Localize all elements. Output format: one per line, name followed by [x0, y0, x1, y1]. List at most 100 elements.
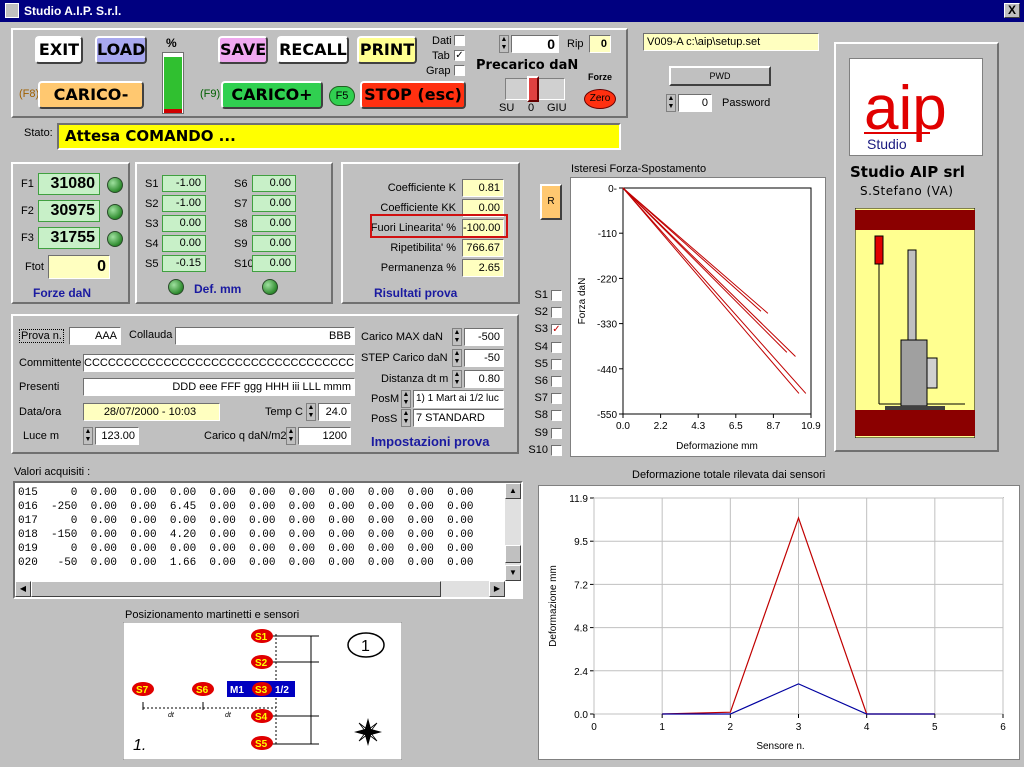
deformation-xtick-label: 4 [864, 722, 870, 733]
f2-field: 30975 [38, 200, 100, 222]
positioning-title: Posizionamento martinetti e sensori [125, 609, 300, 621]
poss-label: PosS [371, 413, 398, 425]
scroll-up-button[interactable]: ▲ [505, 483, 521, 499]
deformation-ytick-label: 9.5 [574, 537, 588, 548]
company-name: Studio AIP srl [850, 163, 965, 181]
luce-field[interactable]: 123.00 [95, 427, 139, 445]
f3-led-icon [107, 231, 123, 247]
counter-spinner[interactable]: ▲ ▼ [499, 35, 509, 53]
luce-spinner[interactable]: ▲ ▼ [83, 427, 93, 445]
deformation-ylabel: Deformazione mm [548, 565, 559, 647]
deformation-ytick-label: 2.4 [574, 667, 588, 678]
committente-field[interactable]: CCCCCCCCCCCCCCCCCCCCCCCCCCCCCCCCCC [83, 354, 355, 372]
step-field[interactable]: -50 [464, 349, 504, 367]
precarico-slider-knob[interactable] [527, 76, 539, 102]
load-button[interactable]: LOAD [95, 36, 147, 64]
tempc-spinner[interactable]: ▲ ▼ [306, 403, 316, 421]
collauda-label: Collauda [129, 329, 173, 341]
caricoq-spinner[interactable]: ▲ ▼ [286, 427, 296, 445]
sensor-checkbox-s7[interactable] [551, 393, 562, 405]
reset-button[interactable]: R [540, 184, 562, 220]
carico-minus-button[interactable]: CARICO- [38, 81, 144, 109]
result-value-3: 766.67 [462, 239, 504, 257]
def-led-right-icon [262, 279, 278, 295]
deformation-ytick-label: 0.0 [574, 710, 588, 721]
hysteresis-xtick-label: 0.0 [616, 421, 630, 432]
sensor-checkbox-s10[interactable] [551, 444, 562, 456]
caricomax-spinner[interactable]: ▲ ▼ [452, 328, 462, 346]
password-field[interactable]: 0 [678, 94, 712, 112]
caricomax-field[interactable]: -500 [464, 328, 504, 346]
sensor-checkbox-s4[interactable] [551, 341, 562, 353]
close-button[interactable]: X [1004, 3, 1020, 18]
corner-number: 1. [133, 737, 146, 754]
window-title-bar: Studio A.I.P. S.r.l. X [0, 0, 1024, 22]
sensor-label-s4: S4 [145, 238, 159, 250]
prova-field[interactable]: AAA [69, 327, 121, 345]
recall-button[interactable]: RECALL [277, 36, 349, 64]
stop-button[interactable]: STOP (esc) [360, 81, 466, 109]
distanza-field[interactable]: 0.80 [464, 370, 504, 388]
sensor-checkbox-s5[interactable] [551, 358, 562, 370]
sensor-checkbox-s1[interactable] [551, 290, 562, 301]
step-label: STEP Carico daN [361, 352, 448, 364]
scroll-left-button[interactable]: ◀ [15, 581, 31, 597]
sensor-value-s2: -1.00 [162, 195, 206, 212]
sensor-value-s3: 0.00 [162, 215, 206, 232]
prova-label: Prova n. [19, 329, 64, 343]
acquired-row: 018 -150 0.00 0.00 4.20 0.00 0.00 0.00 0… [18, 529, 474, 541]
sensor-check-label-s10: S10 [528, 443, 548, 456]
pwd-button[interactable]: PWD [669, 66, 771, 86]
posm-spinner[interactable]: ▲ ▼ [401, 390, 411, 408]
grap-checkbox[interactable] [454, 65, 465, 76]
save-button[interactable]: SAVE [218, 36, 268, 64]
scroll-down-button[interactable]: ▼ [505, 565, 521, 581]
presenti-field[interactable]: DDD eee FFF ggg HHH iii LLL mmm [83, 378, 355, 396]
stato-label: Stato: [24, 127, 53, 139]
dati-label: Dati [432, 35, 452, 47]
counter-field[interactable]: 0 [511, 35, 559, 53]
svg-text:S4: S4 [255, 712, 268, 723]
tab-checkbox[interactable]: ✓ [454, 50, 465, 61]
sensor-checkbox-s9[interactable] [551, 427, 562, 439]
f5-key-badge[interactable]: F5 [329, 86, 355, 106]
sensor-checkbox-s2[interactable] [551, 307, 562, 319]
sensor-label-s2: S2 [145, 198, 159, 210]
svg-text:S3: S3 [255, 685, 268, 696]
sensor-checkbox-s8[interactable] [551, 410, 562, 422]
rip-label: Rip [567, 38, 584, 50]
vertical-scrollbar[interactable]: ▲ ▼ [505, 483, 521, 581]
window-title: Studio A.I.P. S.r.l. [24, 4, 122, 18]
password-label: Password [722, 97, 771, 109]
sensor-check-label-s2: S2 [534, 306, 548, 319]
carico-plus-button[interactable]: CARICO+ [221, 81, 323, 109]
scroll-thumb-vertical[interactable] [505, 545, 521, 563]
posm-field[interactable]: 1) 1 Mart ai 1/2 luc [413, 390, 504, 408]
poss-spinner[interactable]: ▲ ▼ [401, 409, 411, 427]
su-label: SU [499, 102, 515, 114]
scroll-thumb-horizontal[interactable] [31, 581, 441, 597]
scroll-right-button[interactable]: ▶ [489, 581, 505, 597]
f2-label: F2 [21, 205, 34, 217]
sensor-checkbox-s6[interactable] [551, 376, 562, 387]
ftot-field: 0 [48, 255, 110, 279]
print-button[interactable]: PRINT [357, 36, 417, 64]
svg-text:S1: S1 [255, 632, 268, 643]
luce-label: Luce m [23, 430, 60, 442]
tempc-field[interactable]: 24.0 [318, 403, 351, 421]
exit-button[interactable]: EXIT [35, 36, 83, 64]
zero-button[interactable]: Zero [584, 89, 616, 109]
poss-field[interactable]: 7 STANDARD [413, 409, 504, 427]
deformation-ytick-label: 11.9 [569, 494, 588, 505]
collauda-field[interactable]: BBB [175, 327, 355, 345]
caricoq-field[interactable]: 1200 [298, 427, 351, 445]
sensor-value-s10: 0.00 [252, 255, 296, 272]
sensor-checkbox-s3[interactable]: ✓ [551, 324, 562, 336]
posm-label: PosM [371, 393, 400, 405]
horizontal-scrollbar[interactable]: ◀ ▶ [15, 581, 505, 597]
step-spinner[interactable]: ▲ ▼ [452, 349, 462, 367]
distanza-spinner[interactable]: ▲ ▼ [452, 370, 462, 388]
password-spinner[interactable]: ▲ ▼ [666, 94, 676, 112]
sensor-value-s6: 0.00 [252, 175, 296, 192]
dati-checkbox[interactable] [454, 35, 465, 46]
